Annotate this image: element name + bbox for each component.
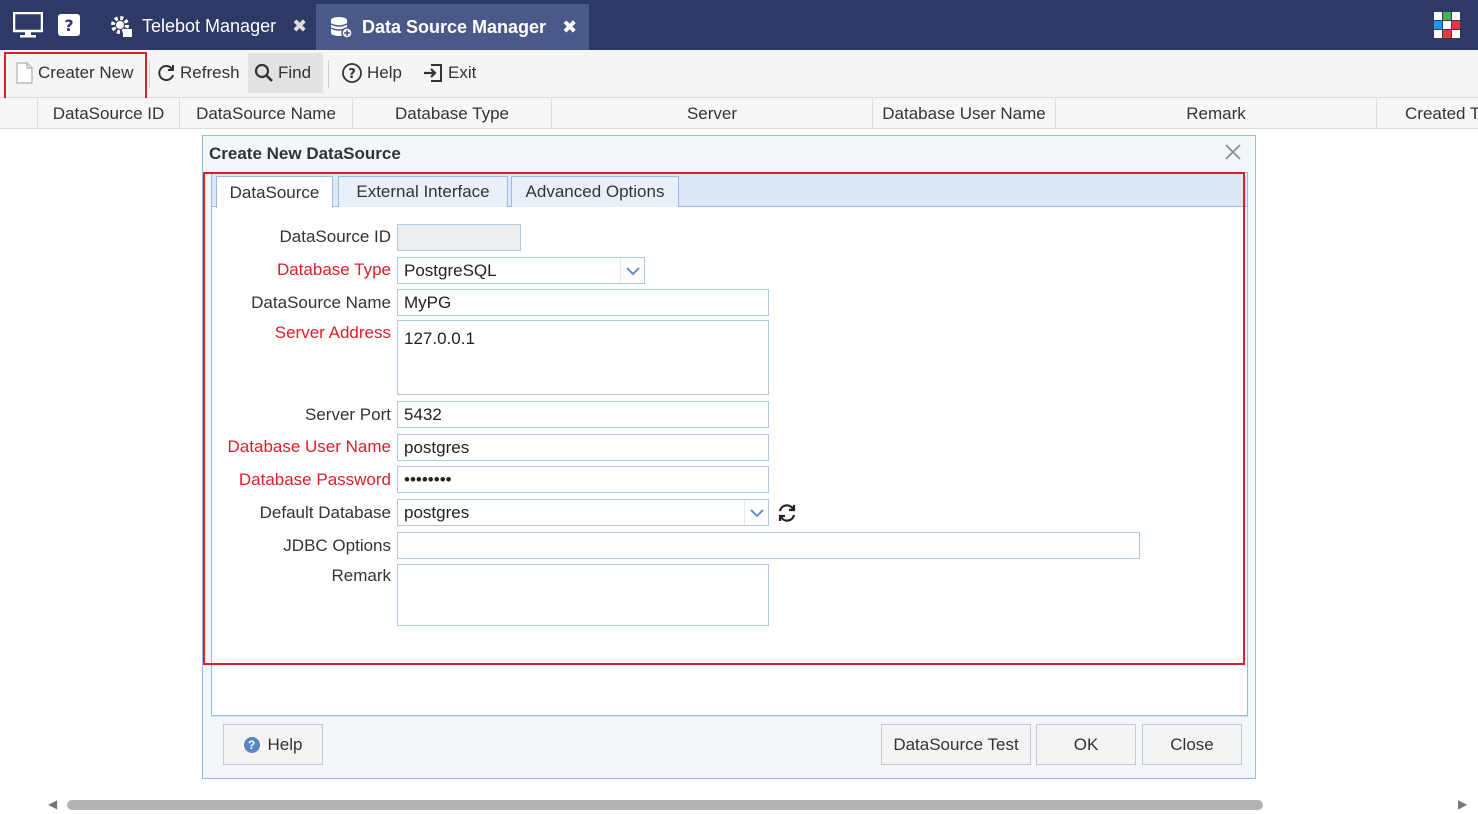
tab-data-source-manager[interactable]: Data Source Manager ✖	[316, 4, 590, 50]
tab-label: Telebot Manager	[142, 15, 277, 36]
ok-button[interactable]: OK	[1036, 724, 1136, 765]
close-icon[interactable]: ✖	[562, 17, 577, 38]
help-label: Help	[367, 63, 402, 82]
gear-icon	[108, 13, 134, 39]
scroll-left-icon[interactable]: ◀	[48, 797, 57, 811]
search-icon	[254, 63, 274, 83]
database-icon	[328, 14, 354, 40]
scrollbar-thumb[interactable]	[67, 800, 1263, 810]
grid-header: DataSource ID DataSource Name Database T…	[0, 98, 1478, 129]
column-header[interactable]: Remark	[1055, 98, 1376, 129]
column-header[interactable]: DataSource ID	[37, 98, 179, 129]
dialog-footer: ? Help DataSource Test OK Close	[211, 716, 1248, 774]
scroll-right-icon[interactable]: ▶	[1458, 797, 1467, 811]
column-header[interactable]: DataSource Name	[179, 98, 352, 129]
highlight-box	[203, 172, 1245, 665]
monitor-icon[interactable]	[12, 10, 44, 40]
highlight-box	[4, 52, 147, 100]
column-header[interactable]: Created T	[1376, 98, 1478, 129]
horizontal-scrollbar[interactable]: ◀ ▶	[0, 794, 1478, 814]
find-button[interactable]: Find	[248, 53, 323, 93]
refresh-icon	[156, 63, 176, 83]
datasource-test-button[interactable]: DataSource Test	[881, 724, 1031, 765]
toolbar-divider	[328, 60, 329, 88]
close-button[interactable]: Close	[1142, 724, 1242, 765]
dialog-help-button[interactable]: ? Help	[223, 724, 323, 765]
dialog-title: Create New DataSource	[209, 144, 401, 163]
tab-telebot-manager[interactable]: Telebot Manager ✖	[96, 4, 319, 48]
svg-text:?: ?	[348, 67, 356, 82]
close-icon[interactable]	[1223, 142, 1243, 162]
help-button[interactable]: ? Help	[335, 53, 408, 93]
toolbar: Creater New Refresh Find ? Help Exit	[0, 50, 1478, 98]
title-bar: ? Telebot Manager ✖ Data Source Manager …	[0, 0, 1478, 50]
column-header[interactable]: Database User Name	[872, 98, 1055, 129]
svg-text:?: ?	[64, 16, 73, 35]
help-circle-icon: ?	[243, 736, 260, 753]
help-circle-icon: ?	[341, 62, 363, 84]
column-header[interactable]: Database Type	[352, 98, 551, 129]
exit-label: Exit	[448, 63, 477, 82]
help-box-icon[interactable]: ?	[53, 10, 85, 40]
exit-button[interactable]: Exit	[416, 53, 482, 93]
exit-icon	[422, 62, 444, 84]
tab-label: Data Source Manager	[362, 16, 547, 37]
find-label: Find	[278, 63, 312, 82]
refresh-label: Refresh	[180, 63, 240, 82]
close-icon[interactable]: ✖	[292, 16, 307, 37]
help-button-label: Help	[267, 734, 303, 754]
column-header[interactable]: Server	[551, 98, 872, 129]
app-logo-icon	[1432, 10, 1462, 40]
refresh-button[interactable]: Refresh	[150, 53, 246, 93]
